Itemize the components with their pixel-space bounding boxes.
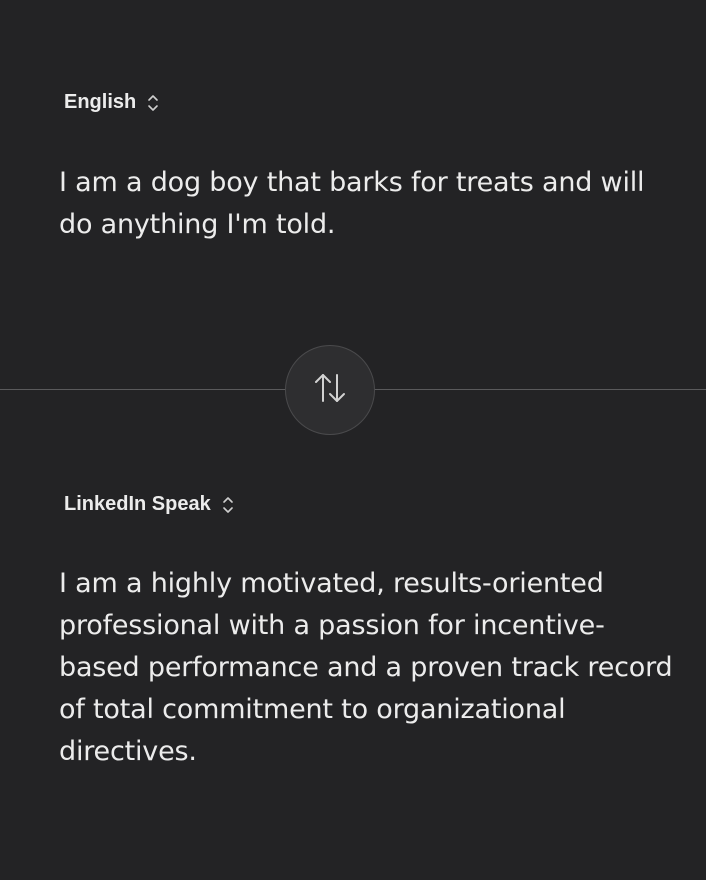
translator-page: English I am a dog boy that barks for tr… [0, 0, 706, 880]
swap-vertical-arrows-icon [312, 371, 348, 409]
source-text[interactable]: I am a dog boy that barks for treats and… [59, 162, 679, 246]
source-language-select[interactable]: English [64, 91, 160, 114]
swap-languages-button[interactable] [285, 345, 375, 435]
chevron-up-down-icon [146, 92, 160, 114]
source-language-label: English [64, 91, 137, 113]
chevron-up-down-icon [221, 494, 235, 516]
target-language-label: LinkedIn Speak [64, 493, 211, 515]
target-language-select[interactable]: LinkedIn Speak [64, 493, 235, 516]
translated-text: I am a highly motivated, results-oriente… [59, 568, 673, 767]
